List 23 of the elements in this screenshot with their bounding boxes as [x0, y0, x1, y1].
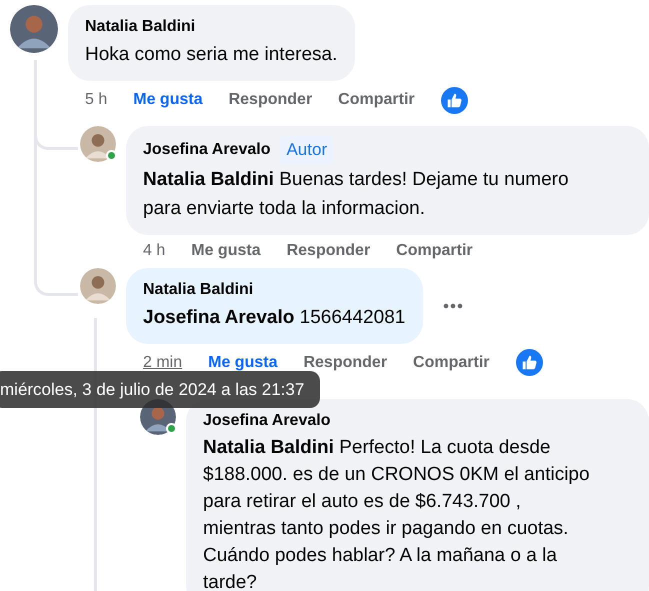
timestamp-link[interactable]: 5 h	[85, 88, 108, 112]
author-name[interactable]: Natalia Baldini	[143, 278, 254, 302]
share-link[interactable]: Compartir	[413, 350, 490, 374]
more-options-icon[interactable]	[443, 302, 464, 308]
reply-link[interactable]: Responder	[228, 88, 312, 112]
comment-text: Hoka como seria me interesa.	[85, 43, 338, 67]
avatar[interactable]	[10, 5, 58, 53]
like-link[interactable]: Me gusta	[133, 88, 203, 112]
comment-text: Natalia Baldini Perfecto! La cuota desde $188.000. es de un CRONOS 0KM el anticipo para retirar el auto es de $6.743.700 , mientras tanto podes ir pagando en cuotas. Cuándo podes hablar? A la mañana o a la tarde?	[203, 436, 591, 591]
author-name[interactable]: Natalia Baldini	[85, 15, 196, 39]
like-reaction-icon[interactable]	[440, 86, 468, 114]
author-name[interactable]: Josefina Arevalo	[203, 408, 330, 432]
like-reaction-icon[interactable]	[516, 349, 542, 376]
reply-link[interactable]: Responder	[286, 238, 370, 262]
author-badge: Autor	[280, 136, 334, 164]
timestamp-link[interactable]: 4 h	[143, 238, 166, 262]
share-link[interactable]: Compartir	[396, 238, 473, 262]
share-link[interactable]: Compartir	[338, 88, 415, 112]
comment-text: Josefina Arevalo 1566442081	[143, 306, 406, 330]
date-tooltip: miércoles, 3 de julio de 2024 a las 21:37	[0, 371, 320, 408]
like-link[interactable]: Me gusta	[191, 238, 261, 262]
author-name[interactable]: Josefina Arevalo	[143, 138, 270, 162]
comment-text: Natalia Baldini Buenas tardes! Dejame tu numero para enviarte toda la informacion.	[143, 168, 570, 220]
